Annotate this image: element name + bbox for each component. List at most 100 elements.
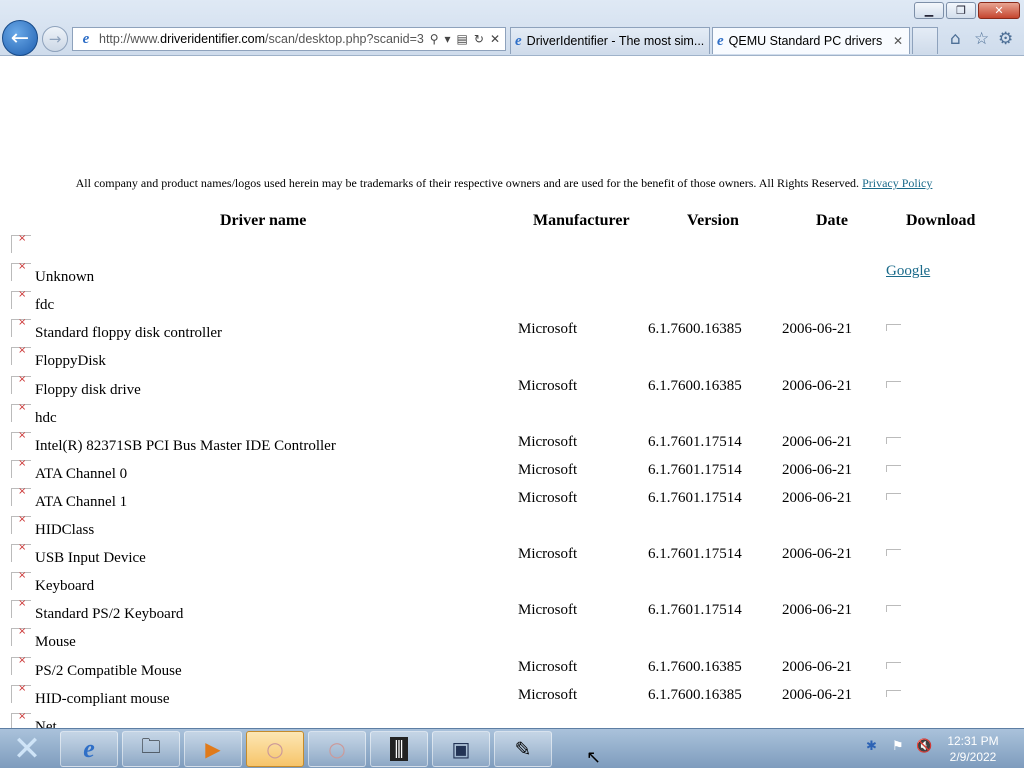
driver-name-cell: Unknown	[35, 269, 95, 285]
download-button[interactable]	[886, 662, 901, 669]
version-cell: 6.1.7601.17514	[648, 434, 742, 450]
media-player-icon: ▶	[205, 737, 221, 761]
broken-image-icon	[11, 261, 31, 281]
driver-name-cell: Net	[35, 719, 57, 728]
address-url[interactable]: http://www.driveridentifier.com/scan/des…	[99, 32, 430, 46]
broken-image-icon	[11, 345, 31, 365]
download-button[interactable]	[886, 549, 901, 556]
download-button[interactable]	[886, 465, 901, 472]
version-cell: 6.1.7601.17514	[648, 490, 742, 506]
download-button[interactable]	[886, 493, 901, 500]
table-row: FloppyDisk	[0, 345, 1000, 375]
date-cell: 2006-06-21	[782, 462, 852, 478]
table-row: Intel(R) 82371SB PCI Bus Master IDE Cont…	[0, 430, 1000, 460]
taskbar-app-2[interactable]: ○	[308, 731, 366, 767]
driver-name-cell: ATA Channel 1	[35, 494, 128, 510]
version-cell: 6.1.7601.17514	[648, 602, 742, 618]
url-domain: driveridentifier.com	[160, 32, 266, 46]
app-window-icon: ○	[328, 737, 346, 761]
close-tab-icon[interactable]: ✕	[893, 34, 903, 48]
tools-gear-icon[interactable]: ⚙	[998, 29, 1013, 49]
table-row: fdc	[0, 289, 1000, 319]
clock-time: 12:31 PM	[947, 734, 999, 748]
monitor-icon: ▣	[451, 737, 471, 761]
table-row: PS/2 Compatible Mouse Microsoft 6.1.7600.1…	[0, 655, 1000, 685]
app-window-icon: ○	[266, 737, 284, 761]
taskbar-notepad[interactable]: ✎	[494, 731, 552, 767]
download-button[interactable]	[886, 437, 901, 444]
date-cell: 2006-06-21	[782, 378, 852, 394]
close-button[interactable]: ✕	[978, 2, 1020, 19]
forward-arrow-icon: →	[48, 30, 62, 48]
date-cell: 2006-06-21	[782, 546, 852, 562]
minimize-button[interactable]: ▁	[914, 2, 944, 19]
download-button[interactable]	[886, 690, 901, 697]
compatibility-view-icon[interactable]: ▤	[457, 32, 468, 46]
download-button[interactable]	[886, 605, 901, 612]
download-button[interactable]	[886, 381, 901, 388]
tab-qemu-drivers[interactable]: e QEMU Standard PC drivers ✕	[712, 27, 910, 54]
system-clock[interactable]: 12:31 PM 2/9/2022	[938, 733, 1008, 765]
header-driver-name: Driver name	[220, 212, 307, 229]
copyright-notice: All company and product names/logos used…	[0, 176, 1008, 191]
start-logo-icon: ✕	[12, 729, 42, 768]
table-row: ATA Channel 1 Microsoft 6.1.7601.17514 2006…	[0, 486, 1000, 516]
notepad-icon: ✎	[514, 737, 532, 761]
address-bar[interactable]: e http://www.driveridentifier.com/scan/d…	[72, 27, 506, 51]
broken-image-icon	[11, 542, 31, 562]
home-icon[interactable]: ⌂	[950, 29, 961, 49]
table-row: HIDClass	[0, 514, 1000, 544]
dropdown-icon[interactable]: ▾	[445, 32, 451, 46]
forward-button[interactable]: →	[42, 26, 68, 52]
taskbar-internet-explorer[interactable]: e	[60, 731, 118, 767]
back-button[interactable]: ←	[2, 20, 38, 56]
driver-name-cell: fdc	[35, 297, 55, 313]
header-manufacturer: Manufacturer	[533, 212, 630, 229]
header-download: Download	[906, 212, 976, 229]
privacy-policy-link[interactable]: Privacy Policy	[862, 176, 932, 190]
taskbar-media-player[interactable]: ▶	[184, 731, 242, 767]
tab-label: QEMU Standard PC drivers	[728, 34, 883, 48]
broken-image-icon	[11, 402, 31, 422]
action-center-tray-icon[interactable]: ⚑	[892, 739, 904, 754]
table-row: HID-compliant mouse Microsoft 6.1.7600.163…	[0, 683, 1000, 713]
tab-driveridentifier[interactable]: e DriverIdentifier - The most sim...	[510, 27, 710, 54]
date-cell: 2006-06-21	[782, 687, 852, 703]
tab-label: DriverIdentifier - The most sim...	[526, 34, 705, 48]
taskbar-mixer[interactable]: ⫼	[370, 731, 428, 767]
clock-date: 2/9/2022	[949, 750, 997, 764]
date-cell: 2006-06-21	[782, 602, 852, 618]
manufacturer-cell: Microsoft	[518, 321, 578, 337]
taskbar-explorer[interactable]: 🗀	[122, 731, 180, 767]
start-button[interactable]: ✕	[6, 729, 48, 768]
manufacturer-cell: Microsoft	[518, 378, 578, 394]
table-row: Standard floppy disk controller Microsoft…	[0, 317, 1000, 347]
download-link[interactable]: Google	[886, 263, 930, 280]
stop-icon[interactable]: ✕	[490, 32, 500, 46]
favorites-star-icon[interactable]: ☆	[974, 29, 989, 49]
new-tab-button[interactable]	[912, 27, 938, 54]
driver-name-cell: Intel(R) 82371SB PCI Bus Master IDE Cont…	[35, 438, 336, 454]
back-arrow-icon: ←	[10, 25, 30, 51]
table-row: USB Input Device Microsoft 6.1.7601.17514 2…	[0, 542, 1000, 572]
restore-button[interactable]: ❐	[946, 2, 976, 19]
version-cell: 6.1.7600.16385	[648, 321, 742, 337]
driver-name-cell: HID-compliant mouse	[35, 691, 170, 707]
broken-image-icon	[11, 711, 31, 728]
version-cell: 6.1.7601.17514	[648, 546, 742, 562]
ie-tab-icon: e	[515, 32, 522, 49]
taskbar-app-1[interactable]: ○	[246, 731, 304, 767]
header-date: Date	[816, 212, 848, 229]
manufacturer-cell: Microsoft	[518, 602, 578, 618]
search-icon[interactable]: ⚲	[430, 32, 439, 46]
download-button[interactable]	[886, 324, 901, 331]
driver-name-cell: ATA Channel 0	[35, 466, 128, 482]
table-row: Floppy disk drive Microsoft 6.1.7600.16385…	[0, 374, 1000, 404]
volume-muted-tray-icon[interactable]: 🔇	[916, 739, 932, 754]
taskbar-monitor[interactable]: ▣	[432, 731, 490, 767]
date-cell: 2006-06-21	[782, 321, 852, 337]
broken-image-icon	[11, 289, 31, 309]
refresh-icon[interactable]: ↻	[474, 32, 484, 46]
network-tray-icon[interactable]: ✱	[866, 739, 877, 754]
table-row: Mouse	[0, 626, 1000, 656]
